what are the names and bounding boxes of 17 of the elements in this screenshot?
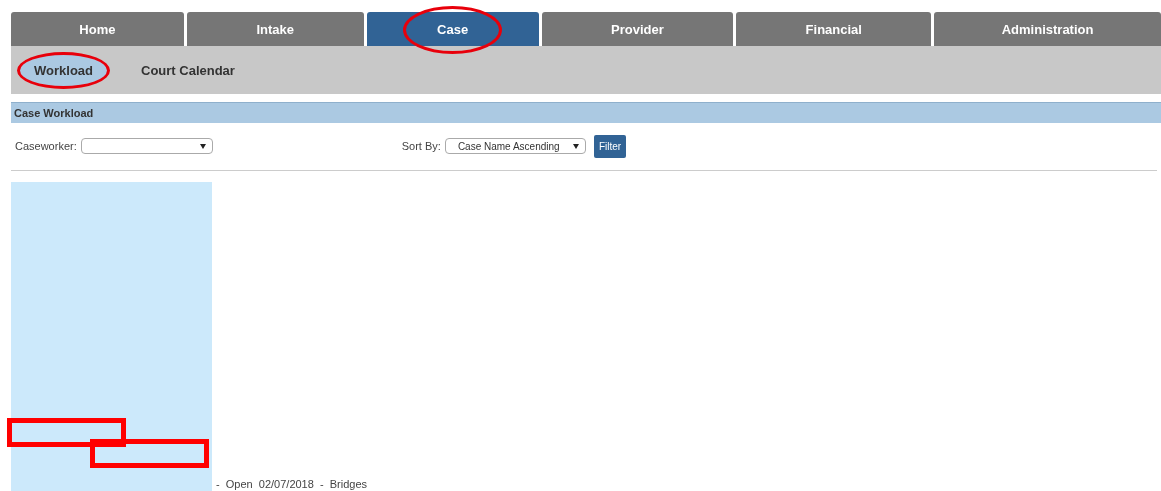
subnav-tab[interactable]: Court Calendar [124, 51, 252, 89]
nav-tab[interactable]: Home [11, 12, 184, 47]
nav-tab[interactable]: Financial [736, 12, 932, 47]
nav-tab[interactable]: Intake [186, 12, 364, 47]
nav-tab[interactable]: Case [366, 12, 539, 47]
case-summary: - Open 02/07/2018 - Bridges [216, 478, 368, 491]
dropdown-icon [572, 143, 579, 149]
caseworker-select[interactable] [80, 138, 213, 155]
subnav-tab[interactable]: Workload [17, 51, 110, 89]
caseworker-label: Caseworker: [15, 140, 77, 153]
filter-button[interactable]: Filter [593, 134, 627, 158]
panel-title: Case Workload [11, 102, 1161, 123]
nav-tab[interactable]: Administration [934, 12, 1161, 47]
dropdown-icon [199, 143, 206, 149]
sort-select[interactable]: Case Name Ascending [444, 138, 586, 155]
nav-tab[interactable]: Provider [541, 12, 734, 47]
sort-label: Sort By: [401, 140, 441, 153]
